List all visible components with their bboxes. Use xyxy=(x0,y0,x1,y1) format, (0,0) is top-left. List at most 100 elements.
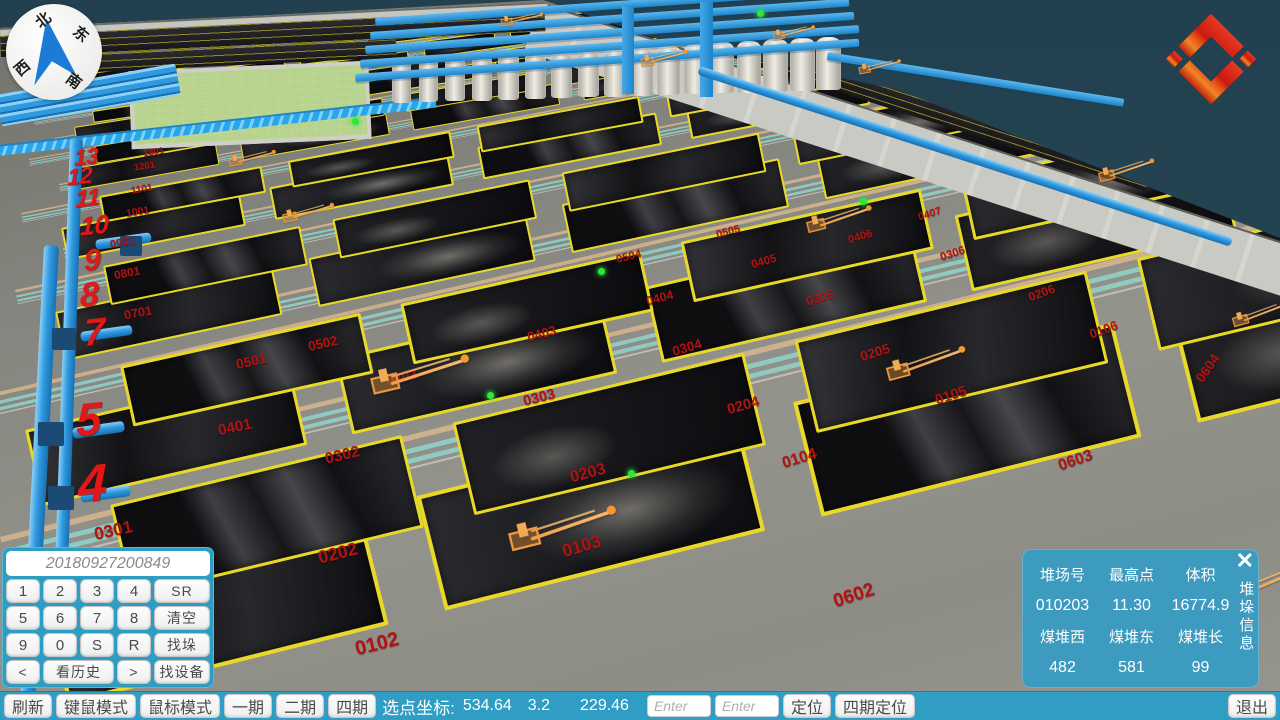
stacker-reclaimer[interactable] xyxy=(1096,155,1157,187)
pile-label[interactable]: 0701 xyxy=(123,303,153,322)
stacker-reclaimer[interactable] xyxy=(227,147,278,170)
pile-label[interactable]: 1201 xyxy=(133,159,156,173)
row-number: 8 xyxy=(80,277,99,313)
stacker-reclaimer[interactable] xyxy=(857,57,903,78)
keypad-button-7[interactable]: 7 xyxy=(80,606,114,630)
keypad-button-clear[interactable]: 清空 xyxy=(154,606,210,630)
refresh-button[interactable]: 刷新 xyxy=(4,694,52,718)
pile-label[interactable]: 0106 xyxy=(1087,317,1120,341)
pile-label[interactable]: 0801 xyxy=(113,264,141,283)
status-dot-green xyxy=(860,198,867,205)
pile-label[interactable]: 0203 xyxy=(568,460,608,488)
pile-label[interactable]: 0304 xyxy=(671,336,704,359)
keypad-button-s[interactable]: S xyxy=(80,633,114,657)
info-header: 煤堆西 xyxy=(1028,621,1097,652)
keypad-button-find-pile[interactable]: 找垛 xyxy=(154,633,210,657)
locate-button[interactable]: 定位 xyxy=(783,694,831,718)
pile-label[interactable]: 0102 xyxy=(353,628,401,661)
keypad-button-view-history[interactable]: 看历史 xyxy=(43,660,114,684)
keypad-button-sr[interactable]: SR xyxy=(154,579,210,603)
timestamp-display[interactable]: 20180927200849 xyxy=(6,551,210,576)
stacker-reclaimer[interactable] xyxy=(1230,298,1280,332)
selected-point-label: 选点坐标: xyxy=(382,694,455,719)
keypad-button-r[interactable]: R xyxy=(117,633,151,657)
keypad-button-next[interactable]: > xyxy=(117,660,151,684)
mouse-mode-button[interactable]: 鼠标模式 xyxy=(140,694,220,718)
pile-info-grid: 堆场号最高点体积01020311.3016774.9煤堆西煤堆东煤堆长48258… xyxy=(1028,559,1235,684)
pile-label[interactable]: 0901 xyxy=(109,235,136,251)
info-header: 煤堆东 xyxy=(1097,621,1166,652)
pile-label[interactable]: 0204 xyxy=(725,394,761,418)
phase-1-button[interactable]: 一期 xyxy=(224,694,272,718)
info-header: 最高点 xyxy=(1097,559,1166,590)
phase-4-locate-button[interactable]: 四期定位 xyxy=(835,694,915,718)
info-value: 11.30 xyxy=(1097,590,1166,621)
keypad-button-2[interactable]: 2 xyxy=(43,579,77,603)
info-value: 010203 xyxy=(1028,590,1097,621)
phase-4-button[interactable]: 四期 xyxy=(328,694,376,718)
keypad-button-4[interactable]: 4 xyxy=(117,579,151,603)
pile-label[interactable]: 0302 xyxy=(323,443,361,468)
pile-label[interactable]: 0504 xyxy=(615,248,643,266)
pile-label[interactable]: 0603 xyxy=(1056,447,1095,476)
compass[interactable]: 北 东 西 南 xyxy=(6,4,102,100)
status-dot-green xyxy=(487,392,494,399)
pile-label[interactable]: 0602 xyxy=(831,579,878,613)
stacker-reclaimer[interactable] xyxy=(499,10,545,30)
stacker-reclaimer[interactable] xyxy=(771,23,817,44)
row-number: 11 xyxy=(75,186,100,213)
pile-label[interactable]: 0206 xyxy=(1026,282,1056,305)
pile-label[interactable]: 0501 xyxy=(235,351,268,372)
exit-button[interactable]: 退出 xyxy=(1228,694,1276,718)
coord-input-2[interactable] xyxy=(715,695,779,717)
stacker-reclaimer[interactable] xyxy=(639,47,690,70)
info-value: 16774.9 xyxy=(1166,590,1235,621)
pile-label[interactable]: 0305 xyxy=(805,287,835,308)
pile-label[interactable]: 1001 xyxy=(125,204,150,220)
keypad-button-1[interactable]: 1 xyxy=(6,579,40,603)
pile-label[interactable]: 0404 xyxy=(645,288,675,309)
status-dot-green xyxy=(757,10,764,17)
pile-label[interactable]: 0202 xyxy=(316,538,360,568)
status-dot-green xyxy=(628,470,635,477)
pile-label[interactable]: 0105 xyxy=(933,383,969,408)
keypad-button-8[interactable]: 8 xyxy=(117,606,151,630)
coord-input-1[interactable] xyxy=(647,695,711,717)
keypad-button-3[interactable]: 3 xyxy=(80,579,114,603)
stacker-keypad-panel: 20180927200849 1234SR5678清空90SR找垛<看历史>找设… xyxy=(2,547,214,688)
keypad-button-prev[interactable]: < xyxy=(6,660,40,684)
stacker-reclaimer[interactable] xyxy=(280,200,336,227)
pile-label[interactable]: 0405 xyxy=(750,252,778,272)
toolbar-left-buttons: 刷新键鼠模式鼠标模式一期二期四期 xyxy=(4,694,376,718)
pile-label[interactable]: 1301 xyxy=(142,145,165,159)
pile-label[interactable]: 1101 xyxy=(130,182,153,197)
pile-label[interactable]: 0303 xyxy=(522,386,557,409)
pile-label[interactable]: 0407 xyxy=(917,205,943,223)
phase-2-button[interactable]: 二期 xyxy=(276,694,324,718)
info-header: 煤堆长 xyxy=(1166,621,1235,652)
pile-label[interactable]: 0306 xyxy=(939,244,967,263)
row-number: 10 xyxy=(80,210,109,239)
pile-label[interactable]: 0403 xyxy=(526,322,558,344)
pile-label[interactable]: 0406 xyxy=(847,228,874,247)
pile-label[interactable]: 0401 xyxy=(217,416,254,440)
keypad-button-find-device[interactable]: 找设备 xyxy=(154,660,210,684)
keypad-button-0[interactable]: 0 xyxy=(43,633,77,657)
keypad-button-6[interactable]: 6 xyxy=(43,606,77,630)
pile-label[interactable]: 0505 xyxy=(715,223,742,241)
keypad-button-9[interactable]: 9 xyxy=(6,633,40,657)
info-value: 482 xyxy=(1028,652,1097,683)
row-number: 7 xyxy=(84,313,105,353)
pile-label[interactable]: 0604 xyxy=(1192,351,1223,385)
keyboard-mouse-mode-button[interactable]: 键鼠模式 xyxy=(56,694,136,718)
pile-label[interactable]: 0301 xyxy=(92,516,134,545)
pile-info-panel: ✕ 堆场号最高点体积01020311.3016774.9煤堆西煤堆东煤堆长482… xyxy=(1022,549,1259,688)
pile-label[interactable]: 0502 xyxy=(307,333,339,354)
status-dot-green xyxy=(598,268,605,275)
compass-arrow-icon xyxy=(6,4,102,100)
stacker-reclaimer[interactable] xyxy=(366,349,473,403)
pile-label[interactable]: 0104 xyxy=(780,445,819,473)
close-icon[interactable]: ✕ xyxy=(1236,548,1254,574)
keypad-button-5[interactable]: 5 xyxy=(6,606,40,630)
stacker-reclaimer[interactable] xyxy=(883,341,970,387)
